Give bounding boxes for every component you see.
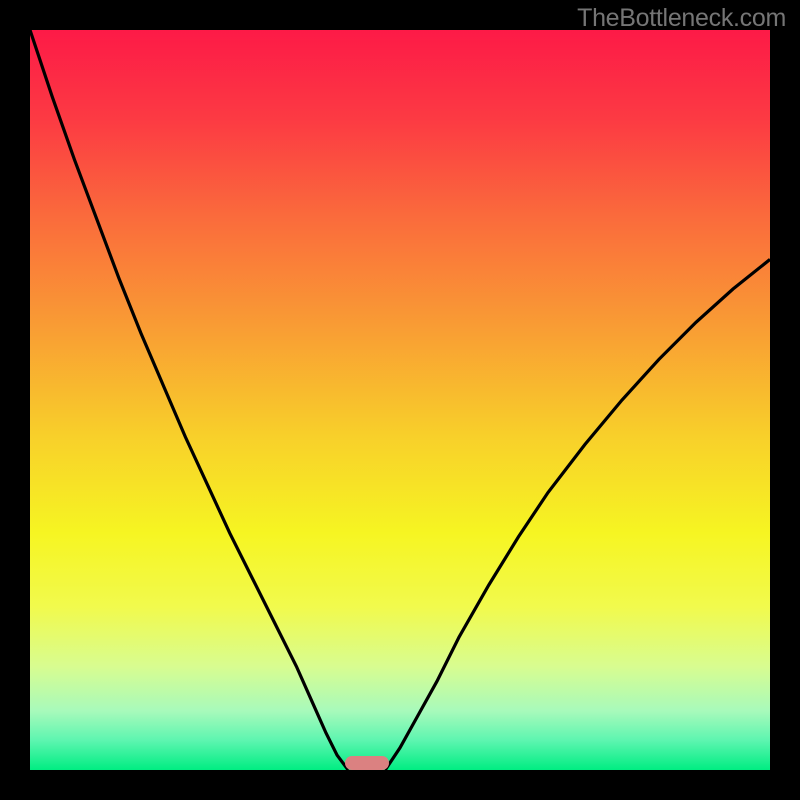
chart-curves bbox=[30, 30, 770, 770]
left-curve bbox=[30, 30, 348, 770]
chart-container: TheBottleneck.com bbox=[0, 0, 800, 800]
minimum-marker bbox=[345, 756, 389, 770]
watermark-text: TheBottleneck.com bbox=[577, 4, 786, 33]
right-curve bbox=[385, 259, 770, 770]
plot-area bbox=[30, 30, 770, 770]
